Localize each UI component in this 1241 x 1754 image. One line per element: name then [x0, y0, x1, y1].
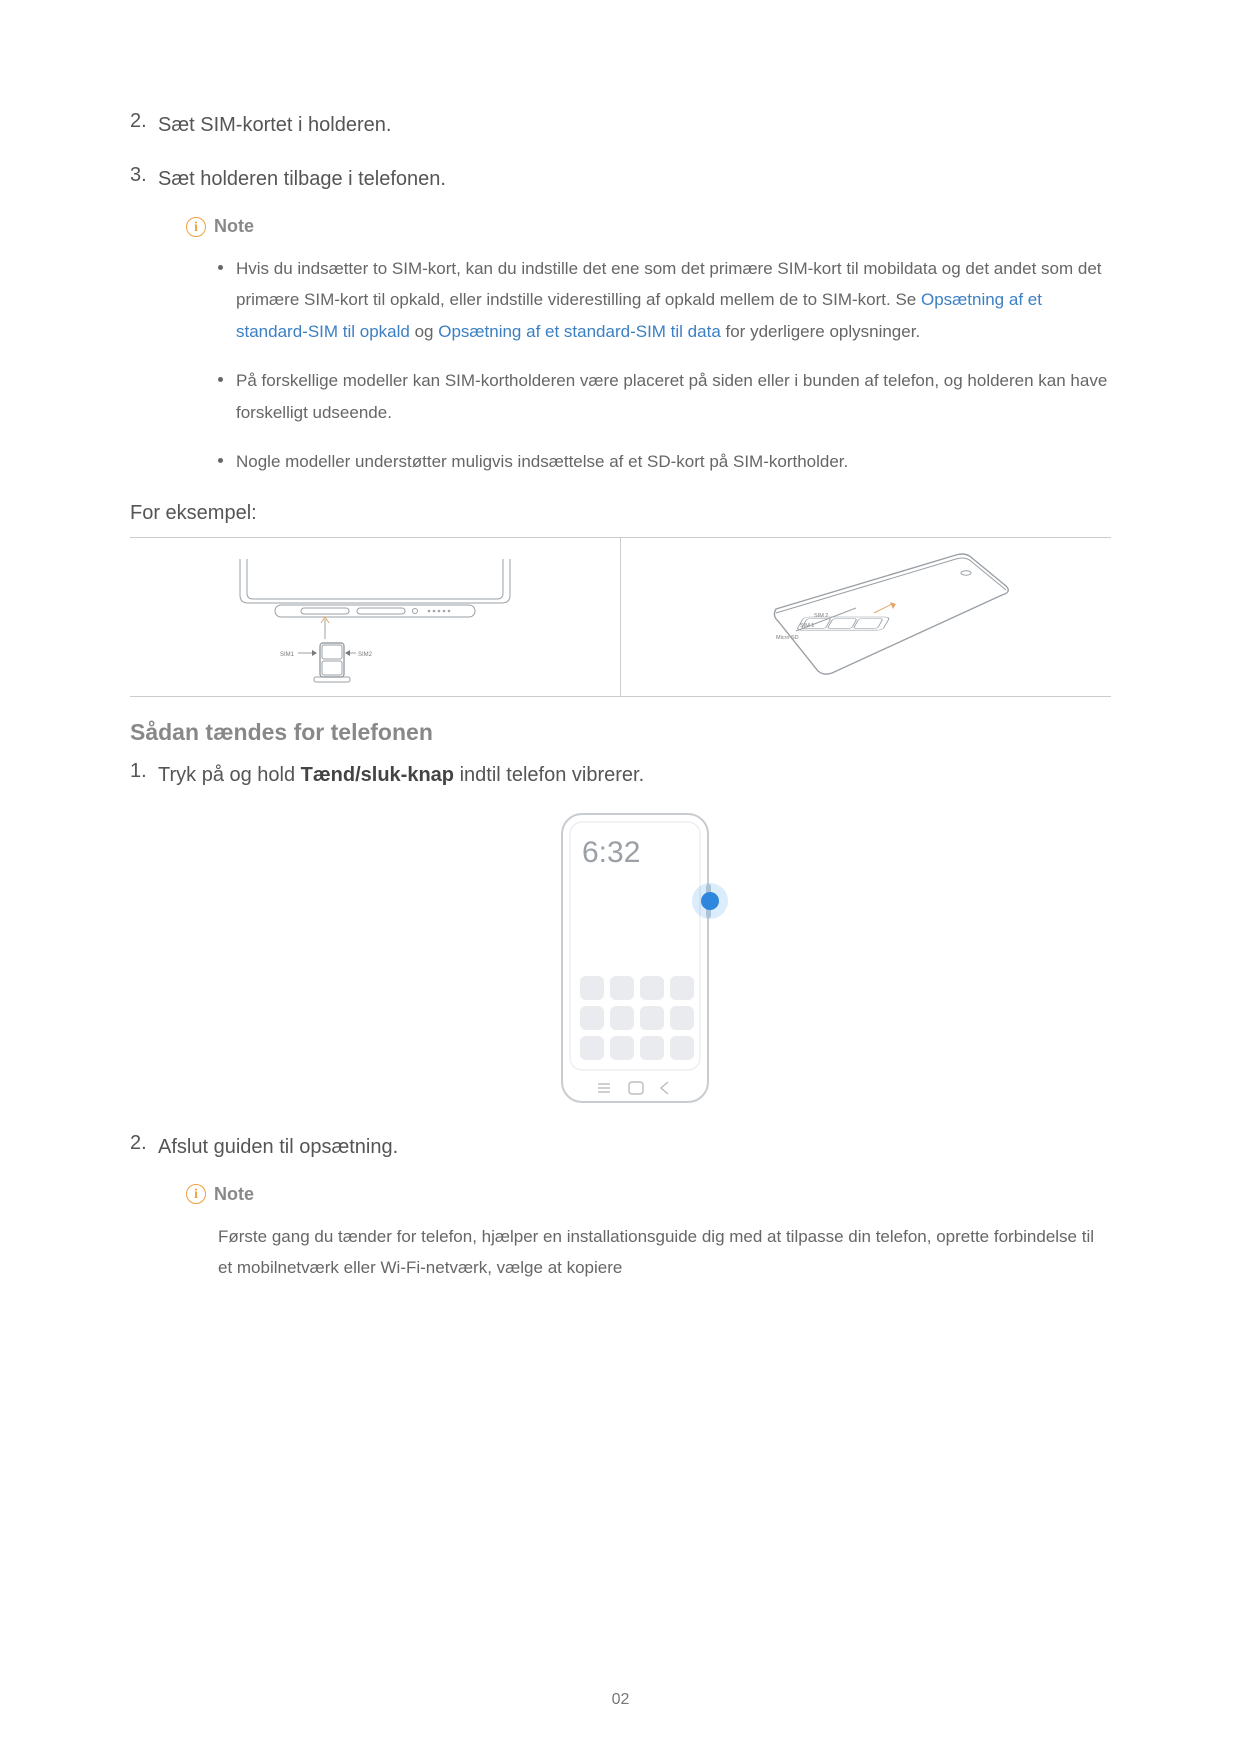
- diagram-sim1-label: SIM1: [280, 652, 295, 658]
- note-label: Note: [214, 216, 254, 237]
- step-number: 2.: [130, 1132, 147, 1155]
- ordered-steps-bottom: 1. Tryk på og hold Tænd/sluk-knap indtil…: [130, 760, 1111, 1284]
- note-block: i Note Første gang du tænder for telefon…: [186, 1184, 1111, 1284]
- power-button-label: Tænd/sluk-knap: [301, 764, 454, 786]
- step-number: 3.: [130, 164, 147, 187]
- step-text-part: indtil telefon vibrerer.: [454, 764, 644, 786]
- info-icon: i: [186, 1184, 206, 1204]
- step-number: 2.: [130, 110, 147, 133]
- step-item: 1. Tryk på og hold Tænd/sluk-knap indtil…: [130, 760, 1111, 1108]
- step-number: 1.: [130, 760, 147, 783]
- note-bullet: Hvis du indsætter to SIM-kort, kan du in…: [218, 253, 1111, 347]
- note-text-part: for yderligere oplysninger.: [721, 322, 920, 341]
- note-text-part: og: [410, 322, 438, 341]
- diagram-sim2-label: SIM 2: [814, 613, 828, 619]
- link-setup-data-sim[interactable]: Opsætning af et standard-SIM til data: [438, 322, 721, 341]
- note-paragraph: Første gang du tænder for telefon, hjælp…: [186, 1221, 1111, 1284]
- note-bullet: På forskellige modeller kan SIM-korthold…: [218, 365, 1111, 428]
- step-item: 2. Afslut guiden til opsætning. i Note F…: [130, 1132, 1111, 1284]
- step-text: Sæt SIM-kortet i holderen.: [158, 110, 1111, 140]
- note-label: Note: [214, 1184, 254, 1205]
- step-item: 3. Sæt holderen tilbage i telefonen. i N…: [130, 164, 1111, 478]
- ordered-steps-top: 2. Sæt SIM-kortet i holderen. 3. Sæt hol…: [130, 110, 1111, 478]
- section-heading-power-on: Sådan tændes for telefonen: [130, 719, 1111, 746]
- note-bullet: Nogle modeller understøtter muligvis ind…: [218, 446, 1111, 477]
- diagram-sim1b-label: SIM 1: [800, 623, 814, 629]
- for-example-label: For eksempel:: [130, 502, 1111, 525]
- note-block: i Note Hvis du indsætter to SIM-kort, ka…: [186, 216, 1111, 478]
- step-text: Sæt holderen tilbage i telefonen.: [158, 164, 1111, 194]
- sim-side-illustration: SIM 2 SIM 1 Micro SD: [696, 547, 1036, 687]
- phone-power-illustration: 6:32: [540, 808, 730, 1108]
- sim-diagram-row: SIM1 SIM2: [130, 537, 1111, 697]
- sim-diagram-bottom-tray: SIM1 SIM2: [130, 538, 621, 696]
- sim-diagram-side-tray: SIM 2 SIM 1 Micro SD: [621, 538, 1112, 696]
- sim-bottom-illustration: SIM1 SIM2: [205, 547, 545, 687]
- step-text-part: Tryk på og hold: [158, 764, 301, 786]
- note-header: i Note: [186, 216, 1111, 237]
- diagram-sim2-label: SIM2: [358, 652, 373, 658]
- phone-clock-time: 6:32: [582, 836, 640, 869]
- note-list: Hvis du indsætter to SIM-kort, kan du in…: [186, 253, 1111, 478]
- step-item: 2. Sæt SIM-kortet i holderen.: [130, 110, 1111, 140]
- note-header: i Note: [186, 1184, 1111, 1205]
- step-text: Afslut guiden til opsætning.: [158, 1132, 1111, 1162]
- phone-illustration-wrap: 6:32: [158, 808, 1111, 1108]
- step-text: Tryk på og hold Tænd/sluk-knap indtil te…: [158, 760, 1111, 790]
- page-number: 02: [0, 1691, 1241, 1709]
- info-icon: i: [186, 217, 206, 237]
- diagram-microsd-label: Micro SD: [776, 635, 799, 641]
